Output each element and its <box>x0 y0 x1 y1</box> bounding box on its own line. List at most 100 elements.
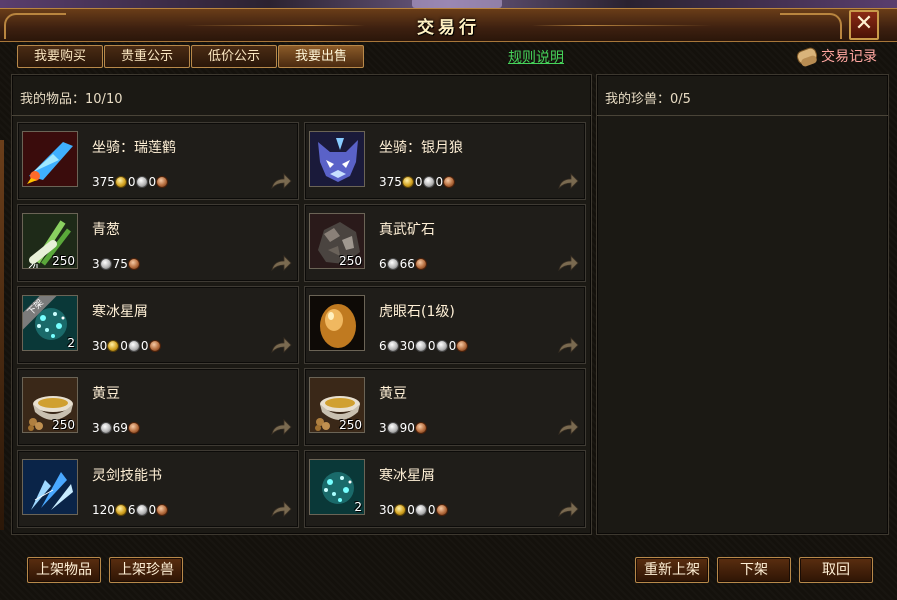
retrieve-button[interactable]: 取回 <box>799 557 873 583</box>
item-name: 坐骑：银月狼 <box>379 140 463 156</box>
price-value: 375 <box>92 175 115 189</box>
my-items-panel: 我的物品：10/10 坐骑：瑞莲鹤 375 0 0 坐骑：银月狼 375 0 0 250 青葱 3 7… <box>11 74 592 535</box>
price-value: 66 <box>399 257 415 271</box>
tab-lowprice-notice[interactable]: 低价公示 <box>191 45 277 68</box>
price-value: 0 <box>435 175 444 189</box>
price-value: 0 <box>407 503 415 517</box>
share-arrow-icon[interactable] <box>270 501 292 518</box>
item-card[interactable]: 250 黄豆 3 69 <box>17 368 299 446</box>
item-price: 120 6 0 <box>92 502 169 518</box>
item-quantity: 250 <box>52 418 75 432</box>
my-items-header: 我的物品：10/10 <box>12 75 591 116</box>
price-value: 30 <box>379 503 395 517</box>
item-card[interactable]: 下架 2 寒冰星屑 30 0 0 <box>17 286 299 364</box>
price-value: 120 <box>92 503 115 517</box>
copper-coin-icon <box>414 258 427 270</box>
ice-stardust-icon: 下架 2 <box>22 295 78 351</box>
silver-coin-icon <box>422 176 435 188</box>
share-arrow-icon[interactable] <box>557 501 579 518</box>
item-card[interactable]: 灵剑技能书 120 6 0 <box>17 450 299 528</box>
share-arrow-icon[interactable] <box>557 173 579 190</box>
silver-coin-icon <box>414 340 427 352</box>
item-price: 375 0 0 <box>92 174 169 190</box>
my-pets-count: 我的珍兽：0/5 <box>605 88 691 107</box>
trade-log-label: 交易记录 <box>821 49 877 65</box>
share-arrow-icon[interactable] <box>270 173 292 190</box>
share-arrow-icon[interactable] <box>557 255 579 272</box>
copper-coin-icon <box>127 258 140 270</box>
item-name: 寒冰星屑 <box>379 468 435 484</box>
my-pets-value: 0/5 <box>670 92 691 107</box>
scallion-icon: 250 <box>22 213 78 269</box>
price-value: 0 <box>120 339 128 353</box>
item-price: 3 90 <box>379 420 428 436</box>
item-card[interactable]: 虎眼石(1级) 6 30 0 0 <box>304 286 586 364</box>
copper-coin-icon <box>456 340 469 352</box>
silver-coin-icon <box>386 258 399 270</box>
price-value: 6 <box>379 339 387 353</box>
share-arrow-icon[interactable] <box>557 419 579 436</box>
my-pets-panel: 我的珍兽：0/5 <box>596 74 889 535</box>
price-value: 69 <box>112 421 128 435</box>
price-value: 0 <box>427 503 436 517</box>
gold-coin-icon <box>114 504 127 516</box>
item-price: 6 30 0 0 <box>379 338 469 354</box>
item-name: 坐骑：瑞莲鹤 <box>92 140 176 156</box>
my-pets-label: 我的珍兽： <box>605 92 671 107</box>
silver-coin-icon <box>135 504 148 516</box>
silver-coin-icon <box>127 340 140 352</box>
silver-coin-icon <box>99 258 112 270</box>
share-arrow-icon[interactable] <box>557 337 579 354</box>
window-edge <box>0 140 4 530</box>
title-bar: 交易行 ✕ <box>0 8 897 42</box>
tiger-eye-stone-icon <box>309 295 365 351</box>
share-arrow-icon[interactable] <box>270 255 292 272</box>
item-name: 青葱 <box>92 222 120 238</box>
item-name: 灵剑技能书 <box>92 468 162 484</box>
background-decoration <box>412 0 502 8</box>
ice-stardust-icon: 2 <box>309 459 365 515</box>
item-price: 3 69 <box>92 420 141 436</box>
item-name: 寒冰星屑 <box>92 304 148 320</box>
price-value: 3 <box>92 421 100 435</box>
item-card[interactable]: 2 寒冰星屑 30 0 0 <box>304 450 586 528</box>
item-name: 黄豆 <box>379 386 407 402</box>
item-price: 30 0 0 <box>379 502 449 518</box>
silver-coin-icon <box>386 422 399 434</box>
relist-button[interactable]: 重新上架 <box>635 557 709 583</box>
gold-coin-icon <box>401 176 414 188</box>
trade-log-button[interactable]: 交易记录 <box>795 44 877 68</box>
my-items-value: 10/10 <box>85 92 123 107</box>
item-card[interactable]: 250 黄豆 3 90 <box>304 368 586 446</box>
silver-coin-icon <box>99 422 112 434</box>
item-card[interactable]: 250 真武矿石 6 66 <box>304 204 586 282</box>
tab-sell[interactable]: 我要出售 <box>278 45 364 68</box>
price-value: 90 <box>399 421 415 435</box>
silver-coin-icon <box>386 340 399 352</box>
delist-button[interactable]: 下架 <box>717 557 791 583</box>
item-price: 3 75 <box>92 256 141 272</box>
price-value: 375 <box>379 175 402 189</box>
list-pet-button[interactable]: 上架珍兽 <box>109 557 183 583</box>
tab-buy[interactable]: 我要购买 <box>17 45 103 68</box>
copper-coin-icon <box>156 176 169 188</box>
trade-window: 交易行 ✕ 我要购买 贵重公示 低价公示 我要出售 规则说明 交易记录 我的物品… <box>0 0 897 600</box>
item-name: 黄豆 <box>92 386 120 402</box>
list-item-button[interactable]: 上架物品 <box>27 557 101 583</box>
tab-valuable-notice[interactable]: 贵重公示 <box>104 45 190 68</box>
copper-coin-icon <box>443 176 456 188</box>
price-value: 0 <box>148 503 157 517</box>
close-button[interactable]: ✕ <box>849 10 879 40</box>
scroll-icon <box>795 45 819 68</box>
background-strip <box>0 0 897 8</box>
window-title: 交易行 <box>417 18 480 38</box>
silver-coin-icon <box>414 504 427 516</box>
share-arrow-icon[interactable] <box>270 419 292 436</box>
item-card[interactable]: 250 青葱 3 75 <box>17 204 299 282</box>
item-card[interactable]: 坐骑：银月狼 375 0 0 <box>304 122 586 200</box>
share-arrow-icon[interactable] <box>270 337 292 354</box>
rules-link[interactable]: 规则说明 <box>508 47 564 67</box>
item-card[interactable]: 坐骑：瑞莲鹤 375 0 0 <box>17 122 299 200</box>
crane-mount-icon <box>22 131 78 187</box>
item-quantity: 250 <box>52 254 75 268</box>
